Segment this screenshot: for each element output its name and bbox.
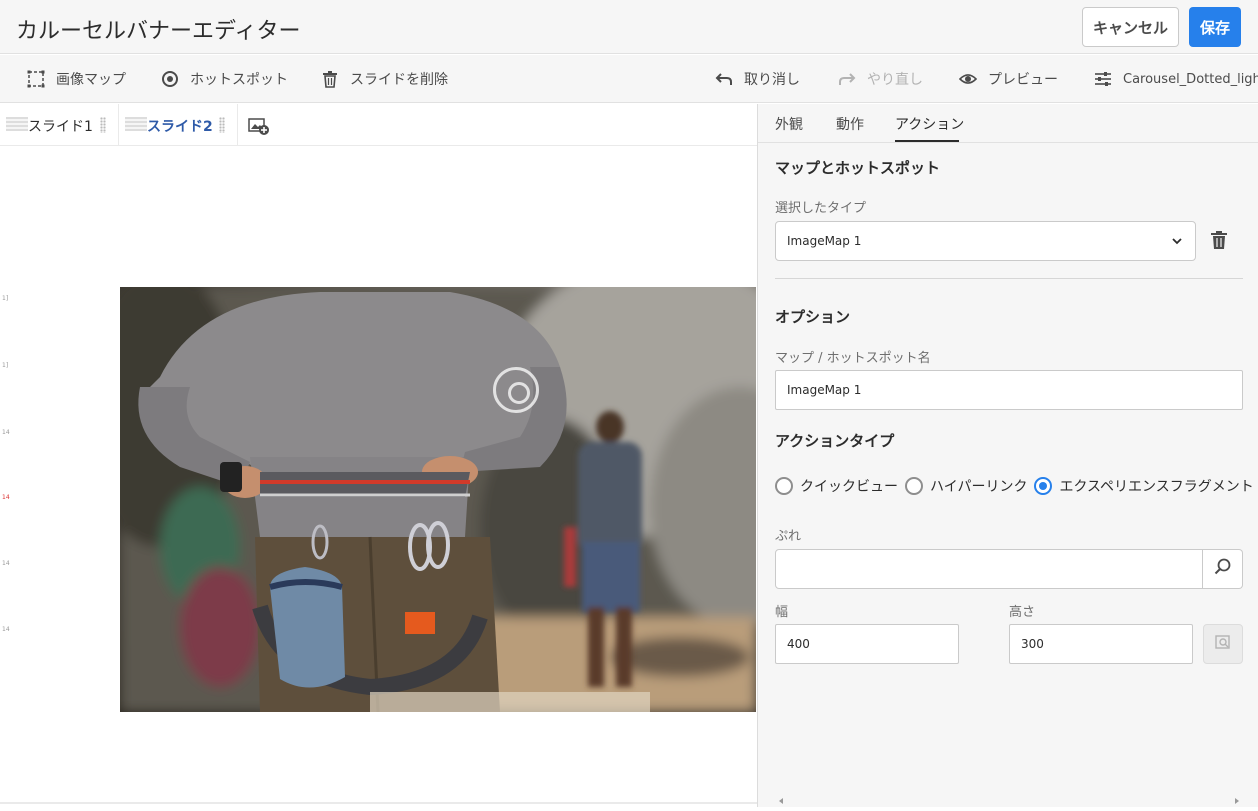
width-input[interactable]: 400 (775, 624, 959, 664)
hotspot-marker[interactable] (493, 367, 539, 413)
hotspot-label: ホットスポット (190, 72, 288, 88)
section-divider (775, 278, 1243, 279)
selected-type-select[interactable]: ImageMap 1 (775, 221, 1196, 261)
properties-panel: 外観 動作 アクション マップとホットスポット 選択したタイプ ImageMap… (757, 104, 1258, 807)
fragment-path-input[interactable] (775, 549, 1203, 589)
preset-label: Carousel_Dotted_light (1123, 71, 1258, 87)
browse-button[interactable] (1203, 549, 1243, 589)
map-name-label: マップ / ホットスポット名 (775, 351, 931, 366)
radio-hyperlink[interactable]: ハイパーリンク (905, 476, 1027, 496)
ruler-mark: 14 (2, 560, 10, 567)
ruler-mark: 14 (2, 429, 10, 436)
redo-label: やり直し (867, 72, 923, 88)
options-title: オプション (775, 308, 851, 326)
slide-canvas[interactable]: 1] 1] 14 14 14 14 (0, 147, 757, 807)
slide-tab-2[interactable]: スライド2 (119, 104, 238, 146)
chevron-down-icon (1171, 235, 1183, 247)
slide-tab-1[interactable]: スライド1 (0, 104, 119, 146)
radio-button[interactable] (905, 477, 923, 495)
page-title: カルーセルバナーエディター (16, 19, 301, 44)
cancel-button[interactable]: キャンセル (1082, 7, 1179, 47)
preview-fragment-icon (1214, 633, 1232, 655)
delete-map-icon[interactable] (1210, 230, 1228, 250)
delete-slide-label: スライドを削除 (350, 72, 448, 88)
image-map-label: 画像マップ (56, 72, 126, 88)
slide-tab-label: スライド2 (147, 119, 213, 135)
radio-quickview[interactable]: クイックビュー (775, 476, 898, 496)
map-section-title: マップとホットスポット (775, 159, 941, 177)
trash-icon (320, 69, 340, 89)
tabs-divider (758, 142, 1258, 143)
climber-photo (120, 287, 756, 712)
hotspot-button[interactable]: ホットスポット (160, 55, 288, 103)
radio-button[interactable] (1034, 477, 1053, 495)
preset-sliders-icon (1093, 69, 1113, 89)
ruler-mark: 1] (2, 295, 9, 302)
ruler-mark: 14 (2, 494, 10, 501)
undo-label: 取り消し (744, 72, 800, 88)
ruler-mark: 14 (2, 626, 10, 633)
search-icon (1214, 558, 1232, 580)
eye-icon (958, 69, 978, 89)
preview-button[interactable]: プレビュー (958, 55, 1058, 103)
tab-behavior[interactable]: 動作 (836, 114, 864, 134)
undo-button[interactable]: 取り消し (714, 55, 800, 103)
editor-toolbar: 画像マップ ホットスポット スライドを削除 取り消し やり直し プレビュー Ca… (0, 55, 1258, 103)
radio-label: ハイパーリンク (930, 479, 1028, 495)
preset-button[interactable]: Carousel_Dotted_light (1093, 55, 1258, 103)
image-map-icon (26, 69, 46, 89)
undo-icon (714, 69, 734, 89)
slide-tabs: スライド1 スライド2 (0, 104, 757, 146)
active-tab-indicator (895, 140, 959, 142)
selected-type-label: 選択したタイプ (775, 201, 867, 216)
radio-label: クイックビュー (800, 479, 898, 495)
hotspot-icon (160, 69, 180, 89)
radio-label: エクスペリエンスフラグメント (1059, 479, 1254, 495)
slide-tab-label: スライド1 (28, 119, 93, 135)
action-type-title: アクションタイプ (775, 432, 895, 450)
height-input[interactable]: 300 (1009, 624, 1193, 664)
fragment-preview-button[interactable] (1203, 624, 1243, 664)
drag-handle-icon[interactable] (219, 117, 225, 133)
radio-experience-fragment[interactable]: エクスペリエンスフラグメント (1034, 476, 1254, 496)
redo-button[interactable]: やり直し (837, 55, 923, 103)
radio-button[interactable] (775, 477, 793, 495)
action-type-radio-group: クイックビュー ハイパーリンク エクスペリエンスフラグメント (775, 476, 1258, 496)
selected-type-value: ImageMap 1 (787, 234, 862, 248)
redo-icon (837, 69, 857, 89)
ruler: 1] 1] 14 14 14 14 (0, 147, 12, 807)
tab-action[interactable]: アクション (895, 114, 964, 134)
delete-slide-button[interactable]: スライドを削除 (320, 55, 448, 103)
add-slide-icon[interactable] (248, 116, 270, 136)
slide-image[interactable] (120, 287, 756, 712)
title-bar: カルーセルバナーエディター キャンセル 保存 (0, 0, 1258, 54)
canvas-scrollbar[interactable] (0, 802, 757, 804)
preview-label: プレビュー (988, 72, 1058, 88)
image-map-button[interactable]: 画像マップ (26, 55, 126, 103)
map-name-input[interactable]: ImageMap 1 (775, 370, 1243, 410)
panel-scrollbar[interactable] (775, 792, 1243, 804)
fragment-label: ぷれ (775, 529, 802, 544)
slide-thumbnail (125, 117, 147, 131)
ruler-mark: 1] (2, 362, 9, 369)
tab-appearance[interactable]: 外観 (775, 114, 803, 134)
save-button[interactable]: 保存 (1189, 7, 1241, 47)
width-label: 幅 (775, 605, 789, 620)
height-label: 高さ (1009, 605, 1036, 620)
drag-handle-icon[interactable] (100, 117, 106, 133)
slide-thumbnail (6, 117, 28, 131)
